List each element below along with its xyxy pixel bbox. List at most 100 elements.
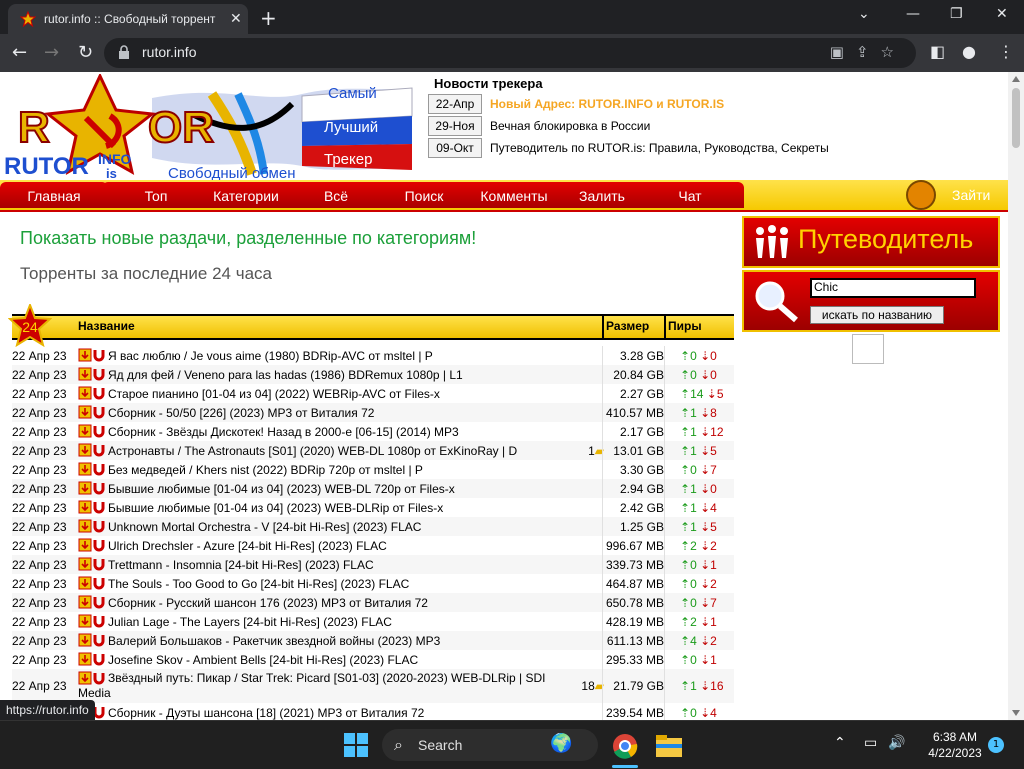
- menu-chat[interactable]: Чат: [636, 182, 744, 208]
- torrent-title-link[interactable]: Бывшие любимые [01-04 из 04] (2023) WEB-…: [108, 501, 568, 515]
- new-tab-icon[interactable]: +: [260, 6, 277, 30]
- table-row: 22 Апр 23 Бывшие любимые [01-04 из 04] (2…: [12, 498, 734, 517]
- download-magnet-icon[interactable]: [78, 481, 106, 495]
- page-scrollbar[interactable]: [1008, 72, 1024, 720]
- download-magnet-icon[interactable]: [78, 652, 106, 666]
- seeders-count: 4: [690, 634, 697, 648]
- browser-tab[interactable]: rutor.info :: Свободный торрент ✕: [8, 4, 248, 34]
- torrent-title-link[interactable]: The Souls - Too Good to Go [24-bit Hi-Re…: [108, 577, 568, 591]
- download-magnet-icon[interactable]: [78, 462, 106, 476]
- torrents-table-header: Название Размер Пиры: [12, 314, 734, 340]
- torrent-title-link[interactable]: Старое пианино [01-04 из 04] (2022) WEBR…: [108, 387, 568, 401]
- leech-arrow-icon: ⇣: [700, 615, 711, 629]
- notification-badge[interactable]: 1: [988, 737, 1004, 753]
- file-explorer-icon[interactable]: [656, 735, 682, 757]
- comments-count[interactable]: 18▰: [580, 679, 604, 693]
- torrent-title-link[interactable]: Unknown Mortal Orchestra - V [24-bit Hi-…: [108, 520, 568, 534]
- close-tab-icon[interactable]: ✕: [230, 11, 242, 27]
- rutor-logo[interactable]: R OR RUTOR INFO is Свободный обмен Самый…: [2, 74, 422, 182]
- download-magnet-icon[interactable]: [78, 576, 106, 590]
- news-text[interactable]: Новый Адрес: RUTOR.INFO и RUTOR.IS: [490, 97, 724, 111]
- tray-overflow-chevron-icon[interactable]: ⌃: [834, 735, 846, 751]
- download-magnet-icon[interactable]: [78, 595, 106, 609]
- login-button[interactable]: Зайти: [906, 180, 1008, 210]
- profile-icon[interactable]: ●: [962, 42, 976, 61]
- forward-icon[interactable]: →: [44, 42, 59, 63]
- close-window-icon[interactable]: ✕: [996, 6, 1008, 22]
- download-magnet-icon[interactable]: [78, 557, 106, 571]
- comments-count[interactable]: 1▰: [580, 444, 604, 458]
- omnibox-action-icons[interactable]: ▣⇪☆: [830, 43, 906, 61]
- download-magnet-icon[interactable]: [78, 367, 106, 381]
- row-size: 339.73 MB: [605, 558, 664, 572]
- seed-arrow-icon: ⇡: [680, 577, 691, 591]
- minimize-icon[interactable]: —: [906, 6, 920, 22]
- row-peers: ⇡14 ⇣5: [680, 387, 724, 401]
- volume-icon[interactable]: 🔊: [888, 735, 905, 751]
- news-text[interactable]: Путеводитель по RUTOR.is: Правила, Руков…: [490, 141, 829, 155]
- taskbar-search[interactable]: ⌕ Search 🌍: [382, 729, 598, 761]
- seed-arrow-icon: ⇡: [680, 463, 691, 477]
- menu-kebab-icon[interactable]: ⋮: [998, 42, 1014, 61]
- tab-search-chevron-icon[interactable]: ⌄: [858, 6, 870, 22]
- torrent-title-link[interactable]: Астронавты / The Astronauts [S01] (2020)…: [108, 444, 568, 458]
- torrent-title-link[interactable]: Без медведей / Khers nist (2022) BDRip 7…: [108, 463, 568, 477]
- back-icon[interactable]: ←: [12, 42, 27, 63]
- news-item[interactable]: 29-Ноя Вечная блокировка в России: [428, 116, 650, 136]
- news-item[interactable]: 09-Окт Путеводитель по RUTOR.is: Правила…: [428, 138, 829, 158]
- row-date: 22 Апр 23: [12, 482, 67, 496]
- network-icon[interactable]: ▭: [864, 735, 877, 751]
- sidebar-panel-icon[interactable]: ◧: [930, 42, 945, 61]
- torrent-title-link[interactable]: Сборник - 50/50 [226] (2023) MP3 от Вита…: [108, 406, 568, 420]
- torrent-title-link[interactable]: Звёздный путь: Пикар / Star Trek: Picard…: [78, 671, 548, 701]
- column-divider: [602, 536, 603, 555]
- download-magnet-icon[interactable]: [78, 519, 106, 533]
- maximize-icon[interactable]: ❐: [950, 6, 963, 22]
- column-divider: [664, 479, 665, 498]
- torrent-title-link[interactable]: Trettmann - Insomnia [24-bit Hi-Res] (20…: [108, 558, 568, 572]
- torrent-title-link[interactable]: Я вас люблю / Je vous aime (1980) BDRip-…: [108, 349, 568, 363]
- guide-banner[interactable]: Путеводитель: [742, 216, 1000, 268]
- address-bar[interactable]: rutor.info ▣⇪☆: [104, 38, 916, 68]
- download-magnet-icon[interactable]: [78, 500, 106, 514]
- search-input[interactable]: Chic: [810, 278, 976, 298]
- scroll-up-arrow-icon[interactable]: [1012, 76, 1020, 82]
- scroll-thumb[interactable]: [1012, 88, 1020, 148]
- guide-label: Путеводитель: [798, 224, 974, 254]
- search-by-name-button[interactable]: искать по названию: [810, 306, 944, 324]
- column-divider: [602, 631, 603, 650]
- download-magnet-icon[interactable]: [78, 538, 106, 552]
- page-viewport: R OR RUTOR INFO is Свободный обмен Самый…: [0, 72, 1008, 720]
- scroll-down-arrow-icon[interactable]: [1012, 710, 1020, 716]
- news-text[interactable]: Вечная блокировка в России: [490, 119, 650, 133]
- torrent-title-link[interactable]: Яд для фей / Veneno para las hadas (1986…: [108, 368, 568, 382]
- reload-icon[interactable]: ↻: [78, 42, 93, 63]
- seeders-count: 1: [690, 425, 697, 439]
- torrent-title-link[interactable]: Ulrich Drechsler - Azure [24-bit Hi-Res]…: [108, 539, 568, 553]
- download-magnet-icon[interactable]: [78, 348, 106, 362]
- download-magnet-icon[interactable]: [78, 405, 106, 419]
- torrent-title-link[interactable]: Бывшие любимые [01-04 из 04] (2023) WEB-…: [108, 482, 568, 496]
- download-magnet-icon[interactable]: [78, 386, 106, 400]
- download-magnet-icon[interactable]: [78, 633, 106, 647]
- table-row: 22 Апр 23 Trettmann - Insomnia [24-bit Hi…: [12, 555, 734, 574]
- windows-start-icon[interactable]: [344, 733, 368, 757]
- download-magnet-icon[interactable]: [78, 443, 106, 457]
- column-divider: [664, 650, 665, 669]
- leechers-count: 0: [710, 482, 717, 496]
- news-item[interactable]: 22-Апр Новый Адрес: RUTOR.INFO и RUTOR.I…: [428, 94, 724, 114]
- torrent-title-link[interactable]: Сборник - Русский шансон 176 (2023) MP3 …: [108, 596, 568, 610]
- torrent-title-link[interactable]: Julian Lage - The Layers [24-bit Hi-Res]…: [108, 615, 568, 629]
- table-row: 22 Апр 23 Unknown Mortal Orchestra - V [2…: [12, 517, 734, 536]
- taskbar-clock[interactable]: 6:38 AM 4/22/2023: [916, 729, 994, 761]
- seed-arrow-icon: ⇡: [680, 444, 691, 458]
- torrent-title-link[interactable]: Сборник - Звёзды Дискотек! Назад в 2000-…: [108, 425, 568, 439]
- torrent-title-link[interactable]: Сборник - Дуэты шансона [18] (2021) MP3 …: [108, 706, 568, 720]
- download-magnet-icon[interactable]: [78, 614, 106, 628]
- download-magnet-icon[interactable]: [78, 424, 106, 438]
- torrent-title-link[interactable]: Валерий Большаков - Ракетчик звездной во…: [108, 634, 568, 648]
- torrent-title-link[interactable]: Josefine Skov - Ambient Bells [24-bit Hi…: [108, 653, 568, 667]
- new-by-category-link[interactable]: Показать новые раздачи, разделенные по к…: [20, 228, 476, 249]
- menu-home[interactable]: Главная: [0, 182, 108, 208]
- chrome-icon[interactable]: [612, 733, 638, 759]
